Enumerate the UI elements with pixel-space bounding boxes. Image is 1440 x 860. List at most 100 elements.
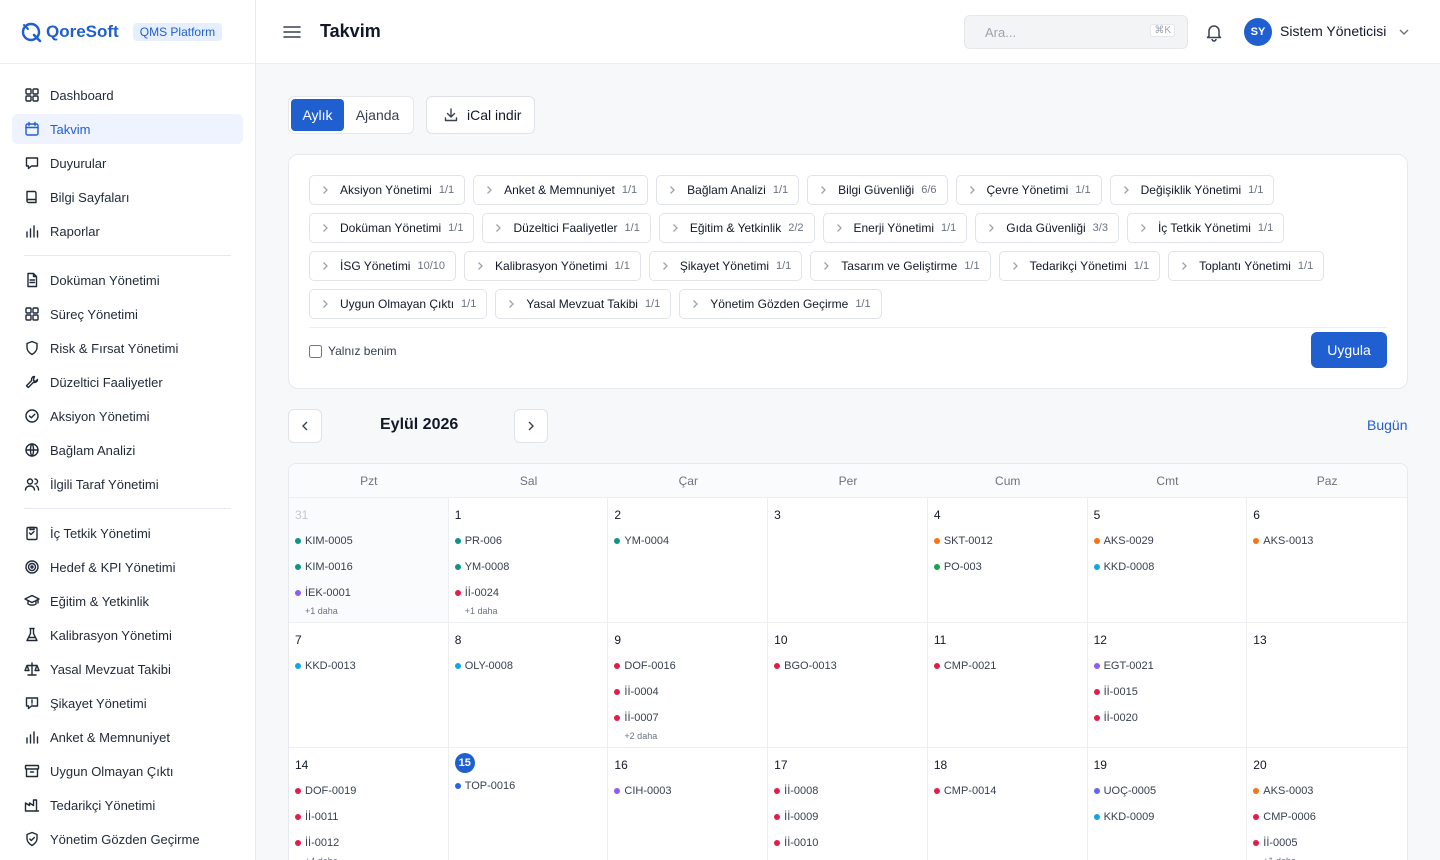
sidebar-item-düzeltici-faaliyetler[interactable]: Düzeltici Faaliyetler (12, 367, 243, 397)
calendar-event[interactable]: PR-006 (454, 533, 602, 549)
filter-chip[interactable]: Bilgi Güvenliği 6/6 (807, 175, 948, 205)
calendar-event[interactable]: DOF-0016 (614, 658, 761, 674)
sidebar-item-anket-memnuniyet[interactable]: Anket & Memnuniyet (12, 722, 243, 752)
view-monthly-button[interactable]: Aylık (291, 99, 344, 131)
day-cell[interactable]: 20 AKS-0003 CMP-0006 İİ-0005 +1 daha (1247, 748, 1407, 860)
menu-icon[interactable] (282, 22, 302, 42)
calendar-event[interactable]: İİ-0015 (1093, 684, 1241, 700)
calendar-event[interactable]: CIH-0003 (614, 783, 761, 799)
calendar-event[interactable]: İİ-0010 (774, 835, 921, 851)
sidebar-item-bağlam-analizi[interactable]: Bağlam Analizi (12, 435, 243, 465)
calendar-event[interactable]: AKS-0029 (1093, 533, 1241, 549)
day-cell[interactable]: 10 BGO-0013 (768, 623, 928, 748)
filter-chip[interactable]: İç Tetkik Yönetimi 1/1 (1126, 213, 1285, 243)
calendar-event[interactable]: CMP-0014 (933, 783, 1081, 799)
day-cell[interactable]: 18 CMP-0014 (928, 748, 1088, 860)
calendar-event[interactable]: İİ-0024 (454, 585, 602, 601)
calendar-event[interactable]: İİ-0020 (1093, 710, 1241, 726)
calendar-event[interactable]: KKD-0009 (1093, 809, 1241, 825)
filter-chip[interactable]: Düzeltici Faaliyetler 1/1 (482, 213, 651, 243)
calendar-event[interactable]: YM-0004 (614, 533, 761, 549)
sidebar-item-uygun-olmayan-çıktı[interactable]: Uygun Olmayan Çıktı (12, 756, 243, 786)
chevron-down-icon[interactable] (1398, 26, 1410, 38)
calendar-event[interactable]: TOP-0016 (454, 778, 602, 794)
day-cell[interactable]: 1 PR-006 YM-0008 İİ-0024 +1 daha (448, 498, 609, 623)
more-events-link[interactable]: +4 daha (305, 856, 442, 860)
sidebar-item-tedarikçi-yönetimi[interactable]: Tedarikçi Yönetimi (12, 790, 243, 820)
day-cell[interactable]: 14 DOF-0019 İİ-0011 İİ-0012 +4 daha (289, 748, 449, 860)
day-cell[interactable]: 7 KKD-0013 (289, 623, 449, 748)
filter-chip[interactable]: Doküman Yönetimi 1/1 (309, 213, 475, 243)
filter-chip[interactable]: Anket & Memnuniyet 1/1 (473, 175, 649, 205)
day-cell[interactable]: 3 (768, 498, 928, 623)
calendar-event[interactable]: İİ-0008 (774, 783, 921, 799)
calendar-event[interactable]: BGO-0013 (774, 658, 921, 674)
calendar-event[interactable]: İİ-0004 (614, 684, 761, 700)
calendar-event[interactable]: KKD-0008 (1093, 559, 1241, 575)
filter-chip[interactable]: İSG Yönetimi 10/10 (309, 251, 457, 281)
sidebar-item-süreç-yönetimi[interactable]: Süreç Yönetimi (12, 299, 243, 329)
calendar-event[interactable]: İİ-0007 (614, 710, 761, 726)
filter-chip[interactable]: Kalibrasyon Yönetimi 1/1 (464, 251, 641, 281)
calendar-event[interactable]: OLY-0008 (454, 658, 602, 674)
day-cell[interactable]: 11 CMP-0021 (927, 623, 1088, 748)
day-cell[interactable]: 16 CIH-0003 (608, 748, 769, 860)
day-cell[interactable]: 6 AKS-0013 (1247, 498, 1407, 623)
search-box[interactable]: ⌘K (964, 15, 1188, 49)
sidebar-item-eğitim-yetkinlik[interactable]: Eğitim & Yetkinlik (12, 586, 243, 616)
sidebar-item-kalibrasyon-yönetimi[interactable]: Kalibrasyon Yönetimi (12, 620, 243, 650)
day-cell[interactable]: 2 YM-0004 (608, 498, 769, 623)
sidebar-item-şikayet-yönetimi[interactable]: Şikayet Yönetimi (12, 688, 243, 718)
sidebar-item-takvim[interactable]: Takvim (12, 114, 243, 144)
previous-month-button[interactable] (288, 409, 322, 443)
sidebar-item-raporlar[interactable]: Raporlar (12, 216, 243, 246)
more-events-link[interactable]: +1 daha (1263, 856, 1401, 860)
sidebar-item-doküman-yönetimi[interactable]: Doküman Yönetimi (12, 265, 243, 295)
day-cell[interactable]: 19 UOÇ-0005 KKD-0009 (1088, 748, 1248, 860)
ical-download-button[interactable]: iCal indir (426, 96, 535, 134)
sidebar-item-yönetim-gözden-geçirme[interactable]: Yönetim Gözden Geçirme (12, 824, 243, 854)
sidebar-item-aksiyon-yönetimi[interactable]: Aksiyon Yönetimi (12, 401, 243, 431)
day-cell[interactable]: 4 SKT-0012 PO-003 (927, 498, 1088, 623)
filter-chip[interactable]: Eğitim & Yetkinlik 2/2 (658, 213, 815, 243)
more-events-link[interactable]: +2 daha (624, 731, 761, 741)
calendar-event[interactable]: CMP-0006 (1253, 809, 1401, 825)
filter-chip[interactable]: Bağlam Analizi 1/1 (656, 175, 800, 205)
view-agenda-button[interactable]: Ajanda (344, 99, 411, 131)
sidebar-item-risk-fırsat-yönetimi[interactable]: Risk & Fırsat Yönetimi (12, 333, 243, 363)
sidebar-item-yasal-mevzuat-takibi[interactable]: Yasal Mevzuat Takibi (12, 654, 243, 684)
filter-chip[interactable]: Uygun Olmayan Çıktı 1/1 (309, 289, 488, 319)
today-button[interactable]: Bugün (1367, 417, 1407, 433)
filter-chip[interactable]: Tasarım ve Geliştirme 1/1 (810, 251, 991, 281)
filter-chip[interactable]: Çevre Yönetimi 1/1 (955, 175, 1102, 205)
day-cell[interactable]: 8 OLY-0008 (448, 623, 609, 748)
more-events-link[interactable]: +1 daha (305, 606, 442, 616)
filter-chip[interactable]: Enerji Yönetimi 1/1 (822, 213, 968, 243)
filter-chip[interactable]: Tedarikçi Yönetimi 1/1 (998, 251, 1161, 281)
user-avatar[interactable]: SY (1244, 18, 1272, 46)
day-cell[interactable]: 17 İİ-0008 İİ-0009 İİ-0010 (768, 748, 928, 860)
sidebar-item-hedef-kpi-yönetimi[interactable]: Hedef & KPI Yönetimi (12, 552, 243, 582)
calendar-event[interactable]: İEK-0001 (295, 585, 442, 601)
day-cell[interactable]: 9 DOF-0016 İİ-0004 İİ-0007 +2 daha (608, 623, 769, 748)
only-me-checkbox[interactable] (309, 344, 322, 358)
notification-bell-icon[interactable] (1204, 22, 1224, 42)
calendar-event[interactable]: KIM-0005 (295, 533, 442, 549)
sidebar-item-bilgi-sayfaları[interactable]: Bilgi Sayfaları (12, 182, 243, 212)
filter-chip[interactable]: Şikayet Yönetimi 1/1 (648, 251, 803, 281)
sidebar-item-dashboard[interactable]: Dashboard (12, 80, 243, 110)
user-name[interactable]: Sistem Yöneticisi (1280, 23, 1386, 39)
sidebar-item-i-ç-tetkik-yönetimi[interactable]: İç Tetkik Yönetimi (12, 518, 243, 548)
calendar-event[interactable]: SKT-0012 (933, 533, 1081, 549)
calendar-event[interactable]: İİ-0011 (295, 809, 442, 825)
brand-logo[interactable]: QoreSoft (20, 21, 119, 43)
filter-chip[interactable]: Değişiklik Yönetimi 1/1 (1109, 175, 1275, 205)
calendar-event[interactable]: CMP-0021 (933, 658, 1081, 674)
calendar-event[interactable]: EGT-0021 (1093, 658, 1241, 674)
day-cell[interactable]: 13 (1247, 623, 1407, 748)
day-cell[interactable]: 15 TOP-0016 (449, 748, 609, 860)
filter-chip[interactable]: Aksiyon Yönetimi 1/1 (309, 175, 466, 205)
day-cell[interactable]: 12 EGT-0021 İİ-0015 İİ-0020 (1087, 623, 1248, 748)
search-input[interactable] (965, 16, 1125, 48)
calendar-event[interactable]: AKS-0013 (1253, 533, 1401, 549)
